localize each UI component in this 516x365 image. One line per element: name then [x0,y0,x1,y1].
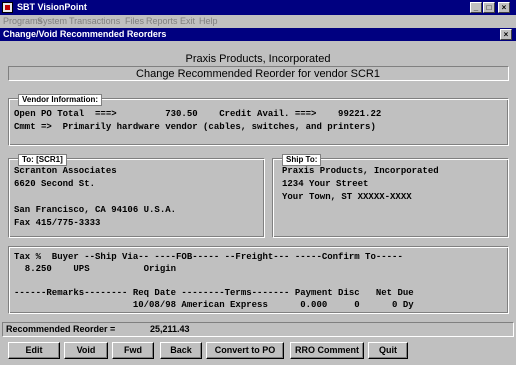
page-title: Change Recommended Reorder for vendor SC… [136,68,380,80]
menu-bar: Programs System Transactions Files Repor… [0,15,516,28]
order-header-row-1: Tax % Buyer --Ship Via-- ----FOB----- --… [14,252,403,262]
vendor-info-label: Vendor Information: [18,94,102,106]
close-button[interactable]: × [498,2,510,13]
ship-to-line-1: Praxis Products, Incorporated [282,166,439,176]
ship-to-line-2: 1234 Your Street [282,179,369,189]
reorder-amount: 25,211.43 [150,324,190,334]
order-values-row-1: 8.250 UPS Origin [14,264,177,274]
menu-help[interactable]: Help [199,16,218,27]
child-title-bar[interactable]: Change/Void Recommended Reorders × [0,28,516,41]
to-line-1: Scranton Associates [14,166,117,176]
app-icon[interactable] [2,2,13,13]
app-title-bar[interactable]: SBT VisionPoint _ □ × [0,0,516,15]
order-values-row-2: 10/08/98 American Express 0.000 0 0 Dy [14,300,414,310]
to-address-label: To: [SCR1] [18,154,67,166]
menu-transactions[interactable]: Transactions [69,16,120,27]
ship-to-line-3: Your Town, ST XXXXX-XXXX [282,192,412,202]
order-header-row-2: ------Remarks-------- Req Date --------T… [14,288,414,298]
void-button[interactable]: Void [64,342,108,359]
company-name: Praxis Products, Incorporated [185,53,331,65]
convert-to-po-button[interactable]: Convert to PO [206,342,284,359]
menu-files[interactable]: Files [125,16,144,27]
to-line-4: San Francisco, CA 94106 U.S.A. [14,205,177,215]
menu-reports[interactable]: Reports [146,16,178,27]
to-line-5: Fax 415/775-3333 [14,218,101,228]
vendor-open-po-line: Open PO Total ===> 730.50 Credit Avail. … [14,109,382,119]
rro-comment-button[interactable]: RRO Comment [290,342,364,359]
reorder-label: Recommended Reorder = [6,324,116,334]
child-close-button[interactable]: × [500,29,512,40]
quit-button[interactable]: Quit [368,342,408,359]
app-title: SBT VisionPoint [17,2,87,12]
menu-exit[interactable]: Exit [180,16,195,27]
child-title: Change/Void Recommended Reorders [3,29,167,39]
edit-button[interactable]: Edit [8,342,60,359]
fwd-button[interactable]: Fwd [112,342,154,359]
menu-system[interactable]: System [37,16,67,27]
minimize-button[interactable]: _ [470,2,482,13]
vendor-comment-line: Cmmt => Primarily hardware vendor (cable… [14,122,376,132]
to-line-2: 6620 Second St. [14,179,96,189]
ship-to-label: Ship To: [282,154,322,166]
maximize-button[interactable]: □ [483,2,495,13]
back-button[interactable]: Back [160,342,202,359]
